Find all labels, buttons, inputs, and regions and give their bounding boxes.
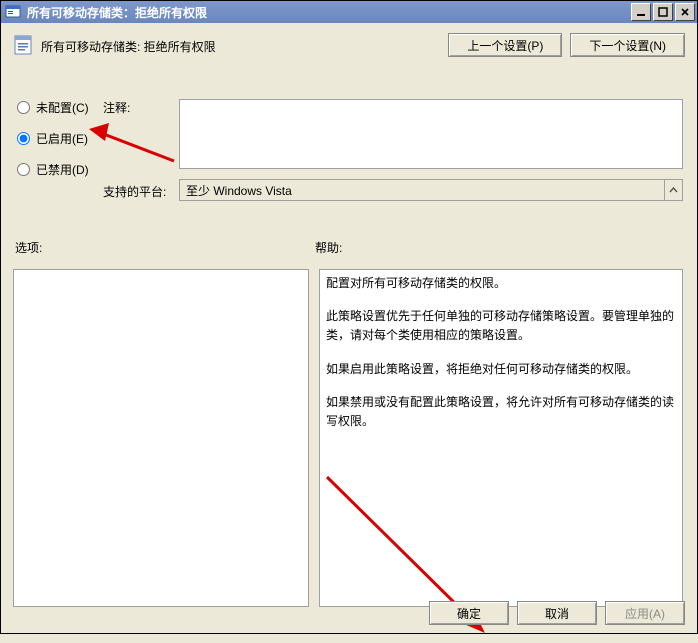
options-panel <box>13 269 309 607</box>
comment-label: 注释: <box>103 99 130 116</box>
radio-not-configured[interactable]: 未配置(C) <box>17 99 89 116</box>
titlebar: 所有可移动存储类：拒绝所有权限 <box>1 1 697 23</box>
help-label: 帮助: <box>315 239 342 256</box>
window-title: 所有可移动存储类：拒绝所有权限 <box>25 4 629 21</box>
close-button[interactable] <box>675 3 695 21</box>
app-icon <box>5 4 21 20</box>
minimize-button[interactable] <box>631 3 651 21</box>
apply-button[interactable]: 应用(A) <box>605 601 685 625</box>
state-radio-group: 未配置(C) 已启用(E) 已禁用(D) <box>17 99 89 178</box>
radio-enabled-input[interactable] <box>17 132 30 145</box>
cancel-button[interactable]: 取消 <box>517 601 597 625</box>
policy-subtitle: 所有可移动存储类: 拒绝所有权限 <box>41 36 440 55</box>
help-paragraph: 配置对所有可移动存储类的权限。 <box>326 274 676 293</box>
options-label: 选项: <box>15 239 315 256</box>
platform-field[interactable]: 至少 Windows Vista <box>179 179 683 201</box>
help-paragraph: 如果启用此策略设置，将拒绝对任何可移动存储类的权限。 <box>326 360 676 379</box>
radio-enabled-label: 已启用(E) <box>36 130 88 147</box>
radio-not-configured-label: 未配置(C) <box>36 99 89 116</box>
ok-button[interactable]: 确定 <box>429 601 509 625</box>
radio-not-configured-input[interactable] <box>17 101 30 114</box>
chevron-down-icon[interactable] <box>664 180 682 200</box>
maximize-button[interactable] <box>653 3 673 21</box>
comment-input[interactable] <box>179 99 683 169</box>
radio-disabled[interactable]: 已禁用(D) <box>17 161 89 178</box>
previous-setting-button[interactable]: 上一个设置(P) <box>448 33 562 57</box>
platform-label: 支持的平台: <box>103 183 166 200</box>
radio-disabled-label: 已禁用(D) <box>36 161 89 178</box>
policy-icon <box>13 34 35 56</box>
annotation-arrow-icon <box>89 119 179 169</box>
radio-enabled[interactable]: 已启用(E) <box>17 130 89 147</box>
platform-value: 至少 Windows Vista <box>186 182 292 199</box>
next-setting-button[interactable]: 下一个设置(N) <box>570 33 685 57</box>
radio-disabled-input[interactable] <box>17 163 30 176</box>
help-paragraph: 此策略设置优先于任何单独的可移动存储策略设置。要管理单独的类，请对每个类使用相应… <box>326 307 676 345</box>
help-paragraph: 如果禁用或没有配置此策略设置，将允许对所有可移动存储类的读写权限。 <box>326 393 676 431</box>
help-panel: 配置对所有可移动存储类的权限。 此策略设置优先于任何单独的可移动存储策略设置。要… <box>319 269 683 607</box>
